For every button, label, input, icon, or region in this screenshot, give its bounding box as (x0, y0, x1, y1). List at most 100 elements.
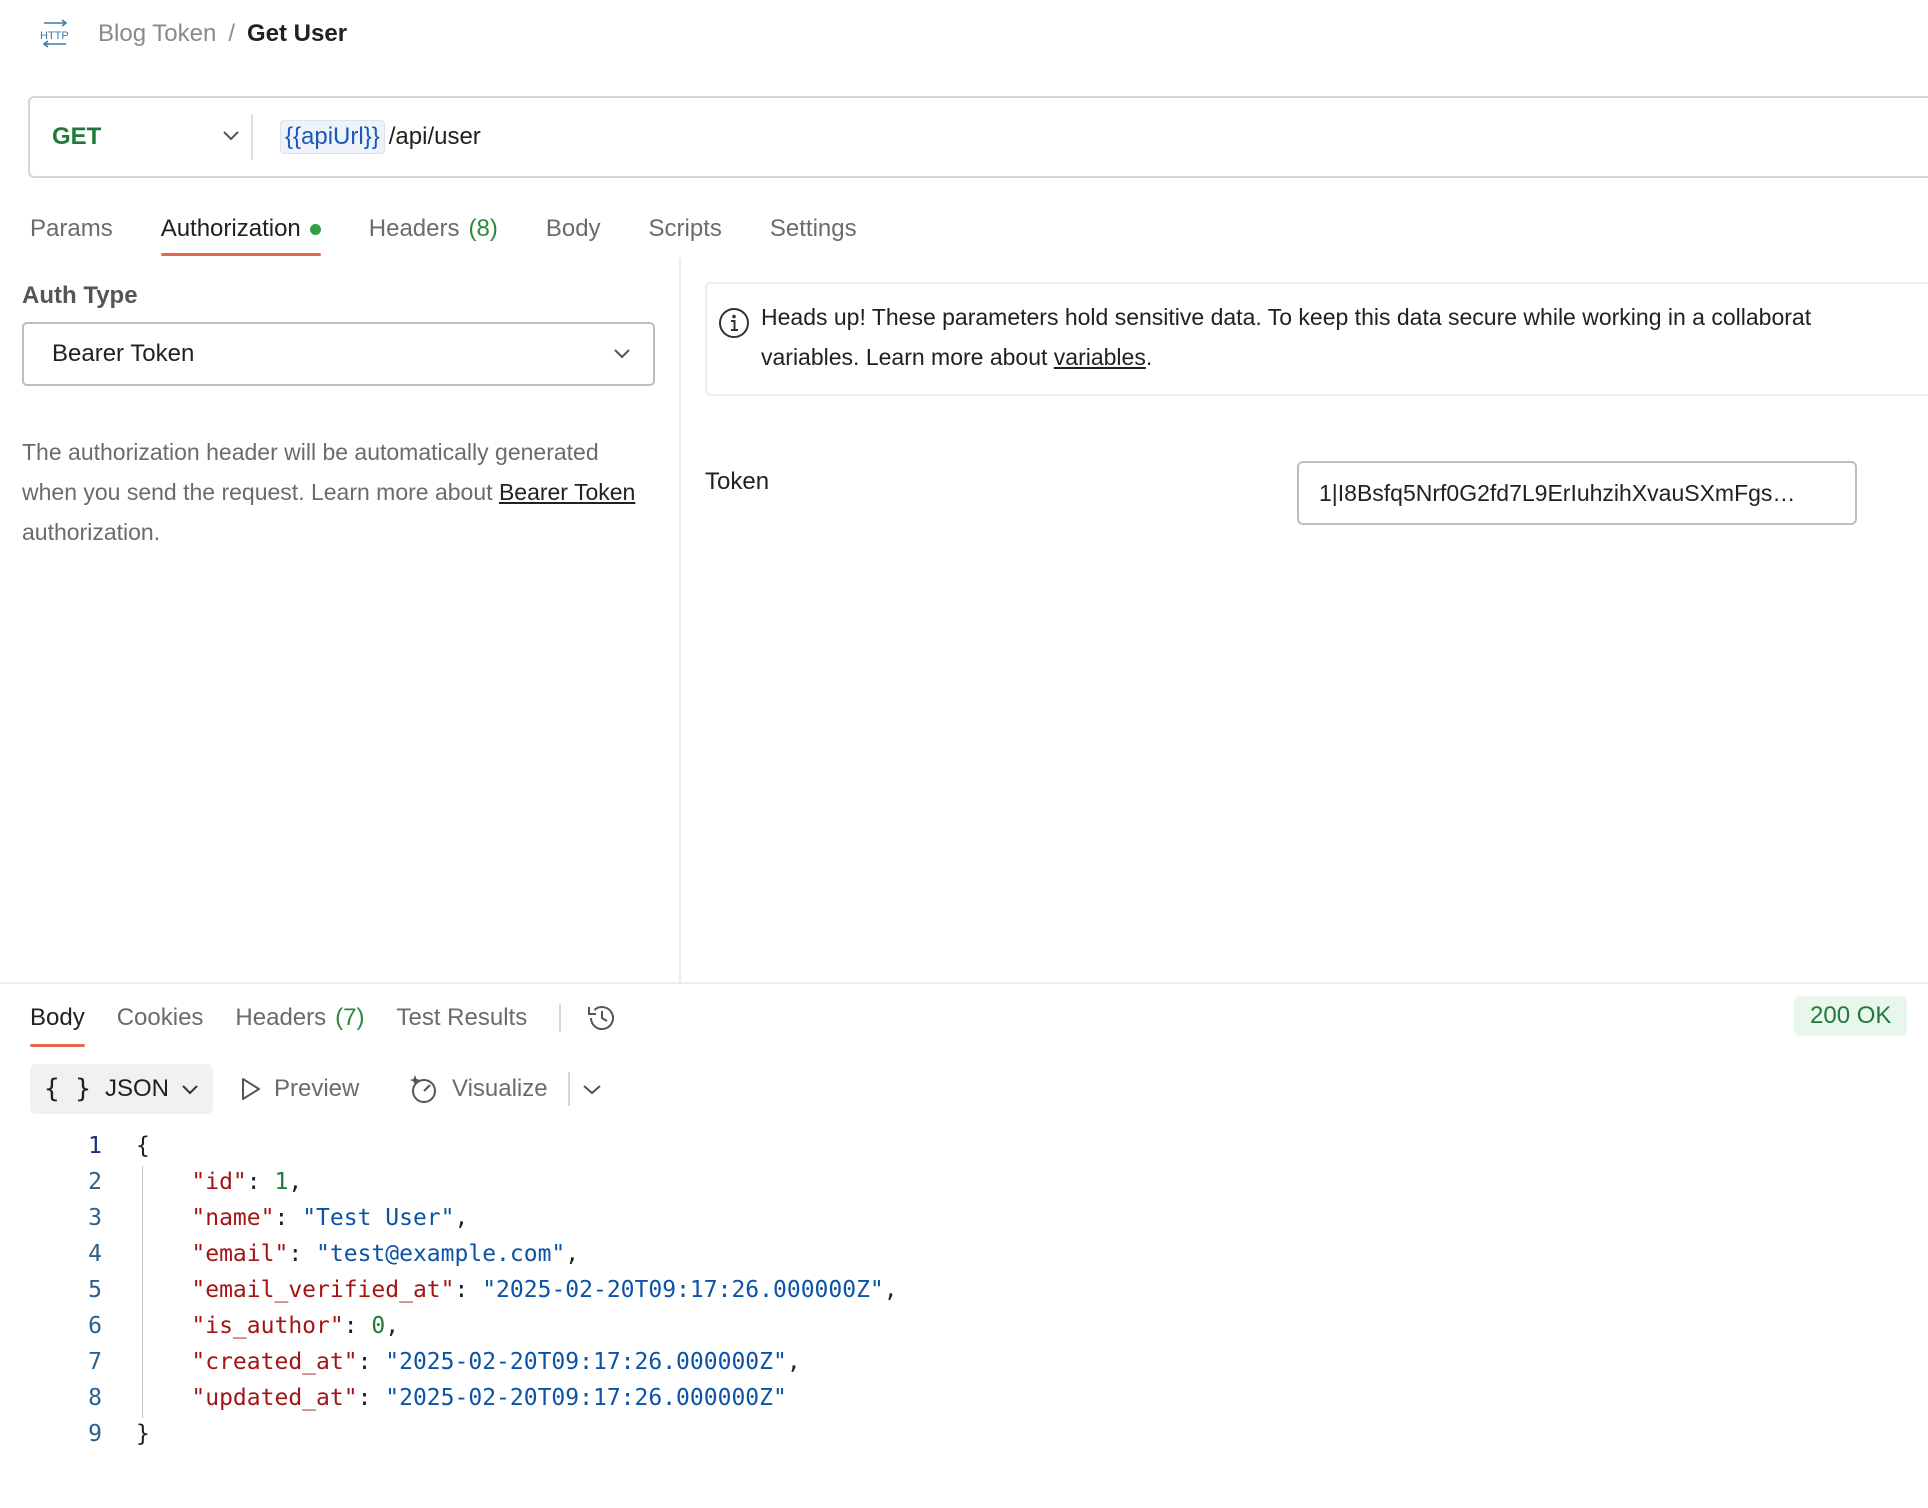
code-line: 8 "updated_at": "2025-02-20T09:17:26.000… (60, 1380, 898, 1416)
auth-description: The authorization header will be automat… (22, 432, 642, 552)
tab-scripts[interactable]: Scripts (649, 206, 722, 252)
json-comma: , (883, 1277, 898, 1303)
breadcrumb-collection[interactable]: Blog Token (98, 20, 216, 48)
variables-link[interactable]: variables (1054, 344, 1146, 370)
pane-divider[interactable] (679, 258, 681, 982)
bearer-token-link[interactable]: Bearer Token (499, 479, 635, 505)
line-number: 2 (88, 1169, 102, 1195)
code-line: 4 "email": "test@example.com", (60, 1236, 898, 1272)
json-colon: : (288, 1241, 317, 1267)
tab-headers[interactable]: Headers (8) (369, 206, 498, 252)
response-tab-headers[interactable]: Headers (7) (235, 995, 364, 1041)
tab-label: Authorization (160, 215, 301, 242)
response-tabs: Body Cookies Headers (7) Test Results (30, 993, 619, 1047)
format-label: JSON (104, 1075, 169, 1102)
method-select[interactable]: GET (52, 98, 242, 176)
line-number: 7 (88, 1349, 102, 1375)
line-number: 6 (88, 1313, 102, 1339)
http-icon: HTTP (40, 19, 69, 48)
line-number: 3 (88, 1205, 102, 1231)
code-line: 2 "id": 1, (60, 1164, 898, 1200)
sensitive-data-notice: Heads up! These parameters hold sensitiv… (705, 282, 1928, 396)
tab-label: Cookies (116, 1004, 204, 1031)
json-key: "is_author" (191, 1313, 344, 1339)
json-comma: , (454, 1205, 469, 1231)
json-colon: : (343, 1313, 372, 1339)
line-number: 8 (88, 1385, 102, 1411)
response-headers-count: (7) (335, 1004, 365, 1031)
format-select[interactable]: { } JSON (30, 1064, 213, 1114)
active-indicator-dot (309, 223, 321, 235)
code-line: 1{ (60, 1128, 898, 1164)
json-key: "updated_at" (191, 1385, 358, 1411)
json-value: "2025-02-20T09:17:26.000000Z" (385, 1349, 787, 1375)
json-key: "email_verified_at" (191, 1277, 455, 1303)
url-path: /api/user (388, 123, 481, 150)
url-input[interactable]: {{apiUrl}} /api/user (280, 98, 481, 176)
tab-body[interactable]: Body (546, 206, 601, 252)
json-key: "id" (191, 1169, 247, 1195)
url-divider (251, 114, 253, 160)
code-line: 5 "email_verified_at": "2025-02-20T09:17… (60, 1272, 898, 1308)
json-value: "test@example.com" (316, 1241, 566, 1267)
json-value: "Test User" (302, 1205, 455, 1231)
json-colon: : (274, 1205, 303, 1231)
token-input[interactable]: 1|I8Bsfq5Nrf0G2fd7L9ErIuhzihXvauSXmFgs… (1297, 461, 1857, 525)
json-comma: , (565, 1241, 580, 1267)
notice-suffix: . (1145, 344, 1153, 370)
breadcrumb: HTTP Blog Token / Get User (38, 14, 347, 54)
visualize-button[interactable]: Visualize (408, 1064, 548, 1114)
response-tab-body[interactable]: Body (30, 995, 85, 1047)
toolbar-separator (568, 1072, 570, 1106)
auth-description-suffix: authorization. (22, 519, 161, 545)
json-value: 0 (371, 1313, 386, 1339)
tab-label: Body (30, 1004, 85, 1031)
json-value: "2025-02-20T09:17:26.000000Z" (385, 1385, 787, 1411)
response-divider[interactable] (0, 982, 1928, 984)
auth-type-select[interactable]: Bearer Token (22, 322, 655, 386)
response-body-editor[interactable]: 1{2 "id": 1,3 "name": "Test User", 4 "ema… (60, 1128, 898, 1452)
tab-label: Params (30, 215, 113, 242)
tab-label: Headers (368, 215, 460, 242)
auth-type-label: Auth Type (22, 282, 138, 309)
json-comma: , (786, 1349, 801, 1375)
chevron-down-icon (583, 1085, 601, 1095)
request-tabs: Params Authorization Headers (8) Body Scr… (30, 206, 905, 258)
json-comma: , (385, 1313, 400, 1339)
notice-text: Heads up! These parameters hold sensitiv… (761, 304, 1812, 330)
token-value: 1|I8Bsfq5Nrf0G2fd7L9ErIuhzihXvauSXmFgs… (1319, 479, 1796, 506)
code-line: 6 "is_author": 0, (60, 1308, 898, 1344)
json-comma: , (288, 1169, 303, 1195)
tab-authorization[interactable]: Authorization (160, 206, 321, 256)
status-badge: 200 OK (1794, 996, 1908, 1036)
play-icon (242, 1078, 260, 1100)
response-tab-cookies[interactable]: Cookies (117, 995, 204, 1041)
info-icon (719, 308, 749, 338)
token-label: Token (705, 468, 770, 495)
chevron-down-icon (614, 349, 630, 359)
json-colon: : (357, 1385, 386, 1411)
tab-settings[interactable]: Settings (770, 206, 857, 252)
preview-label: Preview (274, 1075, 360, 1102)
tab-label: Scripts (648, 215, 722, 242)
json-brace: { (136, 1133, 150, 1159)
url-variable[interactable]: {{apiUrl}} (280, 120, 385, 154)
preview-button[interactable]: Preview (238, 1064, 359, 1114)
notice-prefix: variables. Learn more about (761, 344, 1048, 370)
auth-type-value: Bearer Token (52, 340, 195, 367)
response-tab-test-results[interactable]: Test Results (396, 995, 527, 1041)
chevron-down-icon (182, 1085, 198, 1095)
history-icon[interactable] (585, 1001, 619, 1035)
visualize-options-button[interactable] (582, 1064, 614, 1114)
visualize-icon (410, 1075, 436, 1103)
json-colon: : (246, 1169, 275, 1195)
chevron-down-icon (223, 131, 239, 141)
request-name[interactable]: Get User (247, 20, 347, 48)
tab-params[interactable]: Params (30, 206, 113, 252)
